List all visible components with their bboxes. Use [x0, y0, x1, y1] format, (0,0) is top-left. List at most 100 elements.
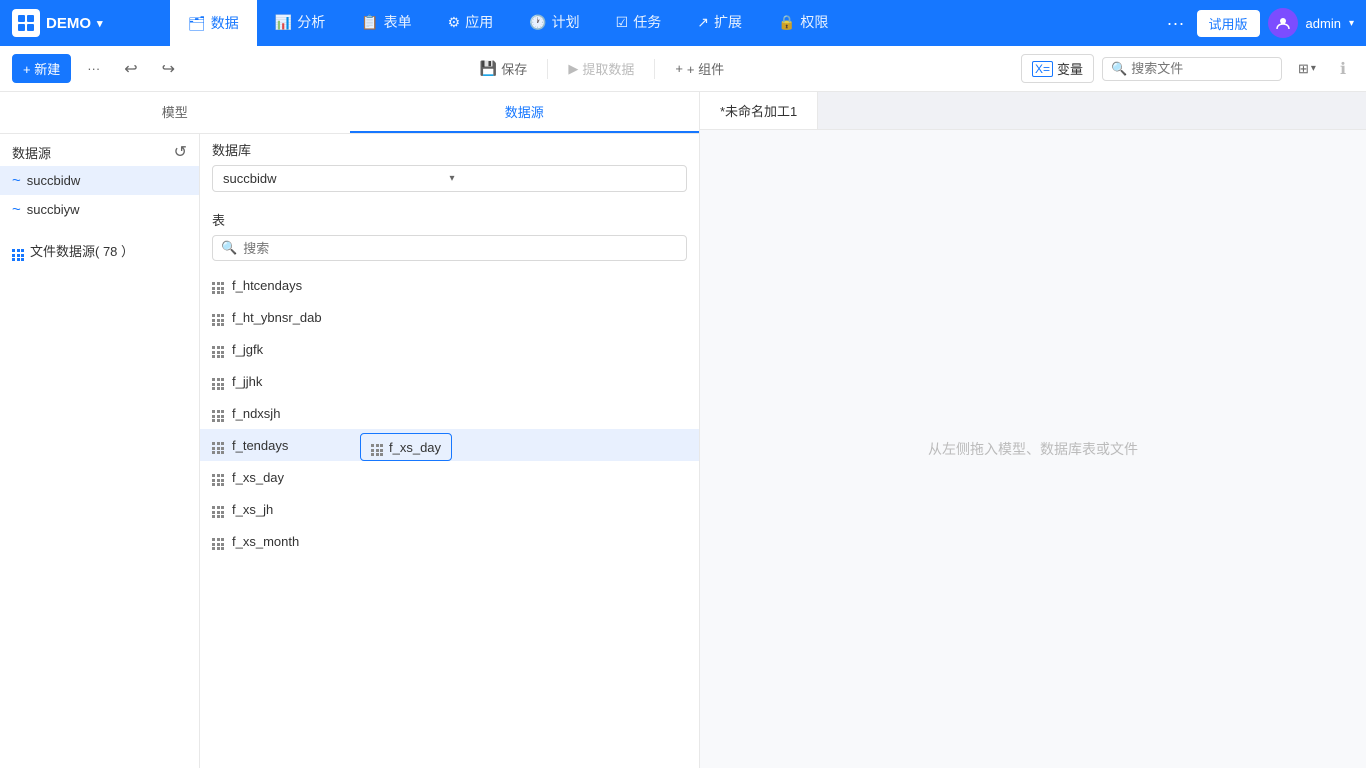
chevron-down-icon: ▾: [450, 173, 677, 184]
right-tabs: *未命名加工1: [700, 92, 1366, 130]
ds-label-succbidw: succbidw: [27, 173, 80, 188]
nav-right: ··· 试用版 admin ▾: [1151, 8, 1366, 38]
table-icon7: [212, 468, 224, 486]
nav-item-analysis[interactable]: 📊 分析: [257, 0, 343, 46]
table-search-icon: 🔍: [221, 240, 237, 256]
extend-icon: ↗: [697, 14, 709, 31]
table-icon6: [212, 436, 224, 454]
nav-item-form[interactable]: 📋 表单: [343, 0, 429, 46]
trial-button[interactable]: 试用版: [1197, 10, 1260, 37]
nav-more-btn[interactable]: ···: [1163, 13, 1189, 34]
component-button[interactable]: + + 组件: [667, 55, 732, 82]
db-panel: 数据库 succbidw ▾ 表 🔍 f_htcenda: [200, 134, 699, 768]
layout-button[interactable]: ⊞ ▾: [1290, 57, 1324, 81]
ds-item-succbidw[interactable]: ~ succbidw: [0, 166, 199, 195]
nav-item-permission[interactable]: 🔒 权限: [760, 0, 846, 46]
refresh-button[interactable]: ↺: [174, 142, 187, 162]
ds-icon-files: [12, 240, 24, 261]
search-icon: 🔍: [1111, 61, 1127, 77]
nav-item-plan[interactable]: 🕐 计划: [511, 0, 597, 46]
separator1: [547, 59, 548, 79]
top-nav: DEMO ▾ 🗂 数据 📊 分析 📋 表单 ⚙ 应用 🕐 计划 ☑ 任务 ↗: [0, 0, 1366, 46]
nav-label-data: 数据: [211, 13, 239, 33]
logo[interactable]: DEMO ▾: [0, 9, 170, 37]
form-icon: 📋: [361, 14, 378, 31]
ds-item-succbiyw[interactable]: ~ succbiyw: [0, 195, 199, 224]
table-icon9: [212, 532, 224, 550]
nav-items: 🗂 数据 📊 分析 📋 表单 ⚙ 应用 🕐 计划 ☑ 任务 ↗ 扩展 🔒: [170, 0, 1151, 46]
tab-datasource[interactable]: 数据源: [350, 92, 700, 133]
admin-label[interactable]: admin: [1306, 16, 1341, 31]
fetch-data-button[interactable]: ▶ 提取数据: [560, 55, 642, 82]
nav-label-form: 表单: [384, 12, 412, 32]
nav-label-task: 任务: [633, 12, 661, 32]
table-item-f_jjhk[interactable]: f_jjhk: [200, 365, 699, 397]
redo-button[interactable]: ↪: [154, 55, 183, 83]
ds-label-succbiyw: succbiyw: [27, 202, 80, 217]
ds-icon-succbiyw: ~: [12, 201, 21, 218]
more-button[interactable]: ···: [79, 57, 108, 80]
table-icon8: [212, 500, 224, 518]
left-panel: 模型 数据源 数据源 ↺ ~ succbidw ~ succbiyw: [0, 92, 700, 768]
nav-item-extend[interactable]: ↗ 扩展: [679, 0, 760, 46]
table-icon2: [212, 308, 224, 326]
avatar[interactable]: [1268, 8, 1298, 38]
left-content: 数据源 ↺ ~ succbidw ~ succbiyw 文件数据源( 78 ）: [0, 134, 699, 768]
layout-arrow: ▾: [1311, 63, 1316, 74]
var-icon: X=: [1032, 61, 1053, 77]
variable-button[interactable]: X= 变量: [1021, 54, 1094, 83]
save-button[interactable]: 💾 保存: [472, 55, 535, 82]
table-icon5: [212, 404, 224, 422]
right-content-empty: 从左侧拖入模型、数据库表或文件: [700, 130, 1366, 768]
ds-label-files: 文件数据源( 78 ）: [30, 241, 134, 260]
play-icon: ▶: [568, 61, 578, 77]
info-button[interactable]: ℹ: [1332, 55, 1354, 83]
tab-model[interactable]: 模型: [0, 92, 350, 133]
main-area: 模型 数据源 数据源 ↺ ~ succbidw ~ succbiyw: [0, 92, 1366, 768]
table-item-f_ndxsjh[interactable]: f_ndxsjh: [200, 397, 699, 429]
ds-item-files[interactable]: 文件数据源( 78 ）: [0, 234, 199, 267]
table-item-f_htcendays[interactable]: f_htcendays: [200, 269, 699, 301]
right-panel: *未命名加工1 从左侧拖入模型、数据库表或文件: [700, 92, 1366, 768]
table-item-f_xs_month[interactable]: f_xs_month: [200, 525, 699, 557]
search-files-input[interactable]: 🔍: [1102, 57, 1282, 81]
toolbar: + 新建 ··· ↩ ↪ 💾 保存 ▶ 提取数据 + + 组件 X= 变量 🔍 …: [0, 46, 1366, 92]
nav-label-analysis: 分析: [297, 12, 325, 32]
table-item-f_xs_day[interactable]: f_xs_day: [200, 461, 699, 493]
table-item-f_tendays[interactable]: f_tendays f_xs_day: [200, 429, 699, 461]
table-icon4: [212, 372, 224, 390]
table-item-f_xs_jh[interactable]: f_xs_jh: [200, 493, 699, 525]
left-tabs: 模型 数据源: [0, 92, 699, 134]
table-item-f_jgfk[interactable]: f_jgfk: [200, 333, 699, 365]
table-item-f_ht_ybnsr_dab[interactable]: f_ht_ybnsr_dab: [200, 301, 699, 333]
table-section-title: 表: [200, 204, 699, 235]
table-search-input[interactable]: [243, 241, 678, 256]
nav-item-app[interactable]: ⚙ 应用: [430, 0, 512, 46]
right-tab-unnamed[interactable]: *未命名加工1: [700, 92, 818, 129]
nav-item-data[interactable]: 🗂 数据: [170, 0, 257, 46]
db-select[interactable]: succbidw ▾: [212, 165, 687, 192]
db-section-title: 数据库: [200, 134, 699, 165]
search-input[interactable]: [1131, 61, 1271, 76]
nav-label-app: 应用: [465, 12, 493, 32]
nav-item-task[interactable]: ☑ 任务: [598, 0, 680, 46]
plan-icon: 🕐: [529, 14, 546, 31]
permission-icon: 🔒: [778, 14, 795, 31]
undo-button[interactable]: ↩: [116, 55, 145, 83]
logo-icon: [12, 9, 40, 37]
logo-text: DEMO: [46, 15, 91, 32]
save-icon: 💾: [480, 60, 497, 77]
drag-preview-label: f_xs_day: [389, 440, 441, 455]
drag-preview: f_xs_day: [360, 433, 452, 461]
nav-label-extend: 扩展: [714, 12, 742, 32]
table-icon3: [212, 340, 224, 358]
ds-icon-succbidw: ~: [12, 172, 21, 189]
nav-label-plan: 计划: [552, 12, 580, 32]
ds-spacer: [0, 224, 199, 234]
table-list: f_htcendays f_ht_ybnsr_dab f_jgfk: [200, 269, 699, 557]
logo-arrow: ▾: [97, 17, 103, 30]
new-button[interactable]: + 新建: [12, 54, 71, 83]
datasource-panel: 数据源 ↺ ~ succbidw ~ succbiyw 文件数据源( 78 ）: [0, 134, 200, 768]
table-search-wrap[interactable]: 🔍: [212, 235, 687, 261]
app-icon: ⚙: [448, 14, 461, 31]
